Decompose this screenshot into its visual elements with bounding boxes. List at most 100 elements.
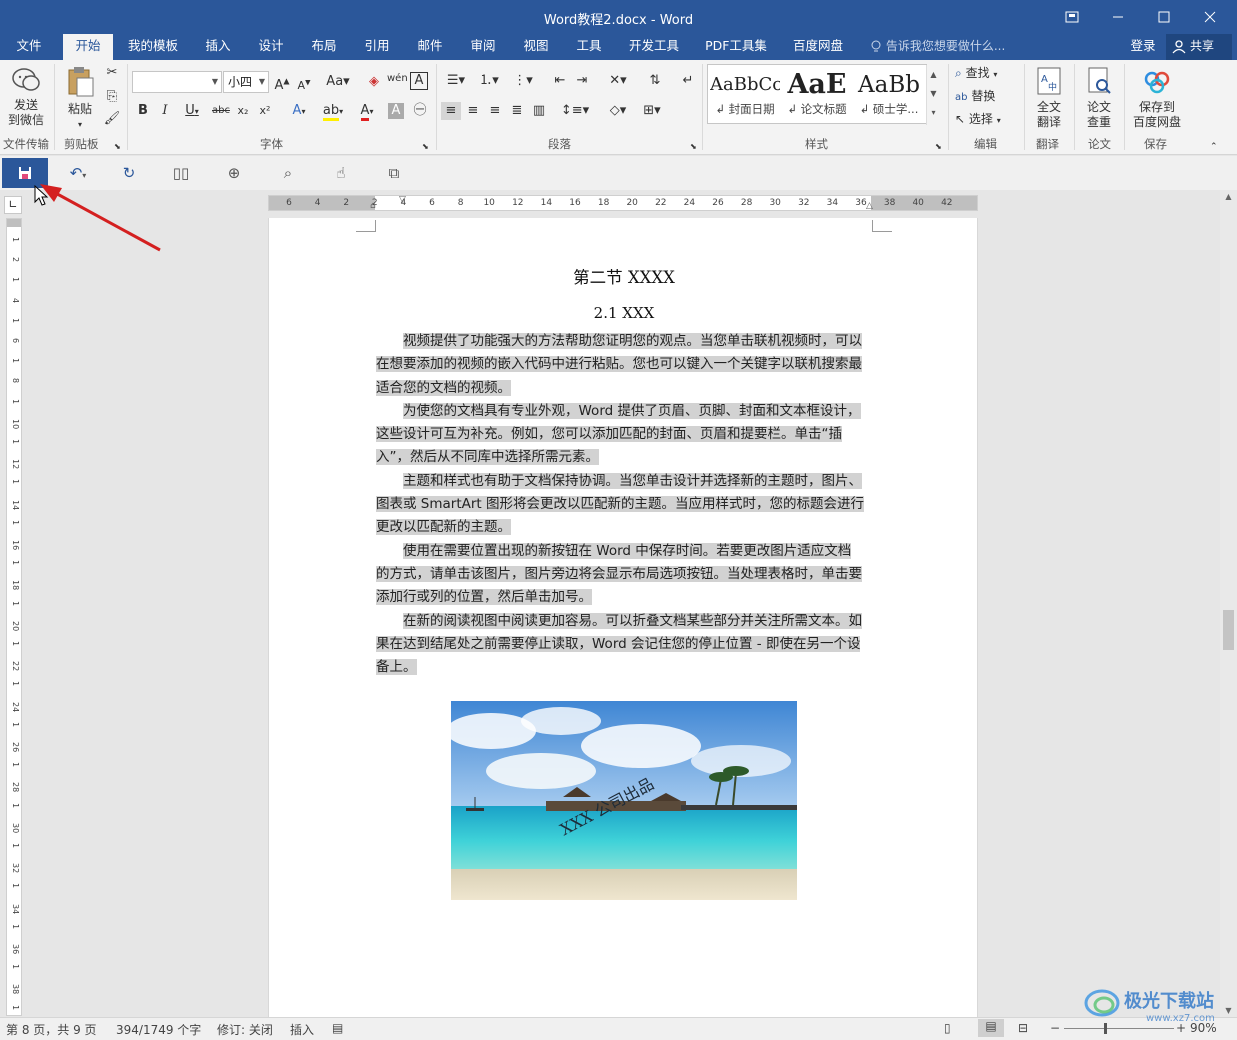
print-preview-button[interactable]: ⌕: [265, 158, 311, 188]
collapse-ribbon-icon[interactable]: ⌃: [1210, 138, 1218, 156]
show-marks-button[interactable]: ↵: [678, 72, 698, 90]
font-launcher-icon[interactable]: ⬊: [422, 138, 429, 156]
increase-indent-button[interactable]: ⇥: [572, 72, 592, 90]
zoom-slider[interactable]: [1064, 1028, 1174, 1029]
justify-button[interactable]: ≣: [507, 102, 527, 120]
style-paper-title[interactable]: AaE ↲ 论文标题: [782, 67, 852, 121]
macro-record-icon[interactable]: ▤: [332, 1021, 343, 1035]
decrease-indent-button[interactable]: ⇤: [550, 72, 570, 90]
change-case-button[interactable]: Aa▾: [323, 73, 353, 91]
select-button[interactable]: ↖ 选择 ▾: [955, 112, 1017, 128]
clear-format-button[interactable]: ◈: [365, 73, 383, 91]
copy-button[interactable]: ⎘: [102, 88, 122, 106]
tab-insert[interactable]: 插入: [196, 34, 240, 60]
maximize-button[interactable]: [1141, 0, 1187, 34]
web-layout-button[interactable]: ⊕: [211, 158, 257, 188]
bullets-button[interactable]: ☰▾: [442, 72, 470, 90]
paragraph-launcher-icon[interactable]: ⬊: [690, 138, 697, 156]
tab-my-templates[interactable]: 我的模板: [120, 34, 186, 60]
document-page[interactable]: 第二节 XXXX 2.1 XXX 视频提供了功能强大的方法帮助您证明您的观点。当…: [268, 218, 978, 1018]
customize-toolbar-button[interactable]: ⧉: [371, 158, 417, 188]
track-changes-status[interactable]: 修订: 关闭: [217, 1021, 273, 1038]
align-center-button[interactable]: ≡: [463, 102, 483, 120]
character-border-button[interactable]: A: [410, 72, 428, 90]
underline-button[interactable]: U▾: [178, 102, 206, 121]
styles-scroll[interactable]: ▲ ▼ ▾: [926, 65, 940, 125]
line-spacing-button[interactable]: ↕≡▾: [560, 102, 590, 120]
tell-me-search[interactable]: 告诉我您想要做什么...: [870, 34, 1005, 60]
tab-file[interactable]: 文件: [6, 34, 52, 60]
text-effects-button[interactable]: A▾: [285, 102, 313, 121]
tab-baidu-netdisk[interactable]: 百度网盘: [784, 34, 852, 60]
zoom-out-icon[interactable]: −: [1050, 1021, 1060, 1035]
save-to-baidu-button[interactable]: 保存到 百度网盘: [1128, 66, 1186, 130]
find-button[interactable]: ⌕ 查找 ▾: [955, 66, 1017, 82]
insert-mode-status[interactable]: 插入: [290, 1021, 314, 1038]
italic-button[interactable]: I: [156, 102, 174, 120]
styles-launcher-icon[interactable]: ⬊: [935, 138, 942, 156]
enclose-characters-button[interactable]: ㊀: [410, 102, 430, 120]
scroll-thumb[interactable]: [1223, 610, 1234, 650]
distributed-button[interactable]: ▥: [529, 102, 549, 120]
tab-layout[interactable]: 布局: [302, 34, 346, 60]
font-size-combo[interactable]: 小四 ▼: [223, 71, 269, 93]
subscript-button[interactable]: x₂: [234, 102, 252, 120]
scroll-up-icon[interactable]: ▲: [1220, 192, 1237, 201]
left-indent-marker[interactable]: ⌂: [370, 201, 376, 211]
beach-photo[interactable]: XXX 公司出品: [451, 701, 797, 900]
phonetic-guide-button[interactable]: wén: [387, 70, 408, 88]
character-shading-button[interactable]: A: [388, 103, 404, 119]
login-button[interactable]: 登录: [1122, 34, 1164, 60]
minimize-button[interactable]: [1095, 0, 1141, 34]
tab-design[interactable]: 设计: [249, 34, 293, 60]
web-layout-view-icon[interactable]: ⊟: [1018, 1021, 1028, 1035]
ribbon-display-options-button[interactable]: [1049, 0, 1095, 34]
horizontal-ruler[interactable]: 6 4 2 2 4 6 8 10 12 14 16 18 20 22 24 26 28 30 32 34 36 38 40 4…: [268, 195, 978, 211]
style-masters[interactable]: AaBb ↲ 硕士学...: [854, 67, 924, 121]
replace-button[interactable]: ab 替换: [955, 89, 1017, 105]
highlight-color-button[interactable]: ab▾: [318, 102, 348, 121]
sort-button[interactable]: ⇅: [645, 72, 665, 90]
font-name-combo[interactable]: ▼: [132, 71, 222, 93]
vertical-ruler[interactable]: 1 2 1 4 1 6 1 8 1 10 1 12 1 14 1 16 1 18 1 20 1 22 1 24 1 26 1 28 1 3…: [6, 218, 22, 1035]
strikethrough-button[interactable]: abc: [210, 102, 232, 120]
word-count[interactable]: 394/1749 个字: [116, 1021, 201, 1038]
tab-developer[interactable]: 开发工具: [620, 34, 688, 60]
vertical-scrollbar[interactable]: ▲ ▼: [1220, 190, 1237, 1017]
tab-references[interactable]: 引用: [355, 34, 399, 60]
style-cover-date[interactable]: AaBbCc ↲ 封面日期: [710, 67, 780, 121]
cut-button[interactable]: ✂: [102, 64, 122, 82]
bold-button[interactable]: B: [134, 102, 152, 120]
touch-mode-button[interactable]: ☝: [318, 158, 364, 188]
tab-review[interactable]: 审阅: [461, 34, 505, 60]
body-text[interactable]: 视频提供了功能强大的方法帮助您证明您的观点。当您单击联机视频时，可以在想要添加的…: [376, 330, 864, 679]
first-line-indent-marker[interactable]: ▽: [399, 195, 406, 205]
paste-button[interactable]: 粘贴 ▾: [60, 66, 100, 132]
borders-button[interactable]: ⊞▾: [637, 102, 667, 120]
right-indent-marker[interactable]: △: [866, 201, 873, 211]
print-layout-view-icon[interactable]: ▤: [978, 1019, 1004, 1037]
multilevel-list-button[interactable]: ⋮▾: [508, 72, 538, 90]
tab-pdf-tools[interactable]: PDF工具集: [698, 34, 774, 60]
shading-button[interactable]: ◇▾: [603, 102, 633, 120]
paper-check-button[interactable]: 论文 查重: [1078, 66, 1120, 130]
align-left-button[interactable]: ≡: [441, 102, 461, 120]
align-right-button[interactable]: ≡: [485, 102, 505, 120]
grow-font-button[interactable]: A▲: [273, 73, 291, 95]
close-button[interactable]: [1187, 0, 1233, 34]
superscript-button[interactable]: x²: [256, 102, 274, 120]
share-button[interactable]: 共享: [1166, 34, 1232, 60]
numbering-button[interactable]: ⒈▾: [474, 72, 504, 90]
page-indicator[interactable]: 第 8 页，共 9 页: [6, 1021, 97, 1038]
font-color-button[interactable]: A▾: [352, 102, 382, 121]
tab-view[interactable]: 视图: [514, 34, 558, 60]
tab-mailings[interactable]: 邮件: [408, 34, 452, 60]
read-mode-view-icon[interactable]: ▯: [944, 1021, 951, 1035]
chinese-layout-button[interactable]: ✕▾: [604, 72, 632, 90]
tab-tools[interactable]: 工具: [567, 34, 611, 60]
format-painter-button[interactable]: 🖌: [102, 110, 122, 128]
shrink-font-button[interactable]: A▼: [295, 73, 313, 95]
full-translate-button[interactable]: A中 全文 翻译: [1028, 66, 1070, 130]
send-to-wechat-button[interactable]: 发送 到微信: [4, 66, 48, 128]
tab-home[interactable]: 开始: [63, 34, 113, 60]
